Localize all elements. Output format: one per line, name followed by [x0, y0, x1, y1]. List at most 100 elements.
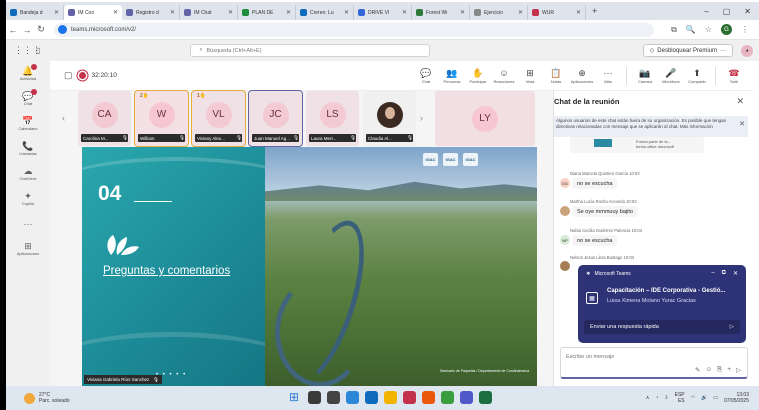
tab-close-icon[interactable]: ✕	[170, 9, 175, 16]
app-launcher-icon[interactable]: ⋮⋮⋮	[14, 45, 41, 56]
participant-tile[interactable]: LS Laura Mert... 🎙	[306, 91, 359, 146]
message-compose-box[interactable]: Escribe un mensaje ✎ ☺ ⎘ + ▷	[560, 347, 748, 379]
install-app-icon[interactable]: ⧉	[671, 25, 677, 35]
taskbar-app-icon[interactable]	[365, 391, 378, 404]
tab-close-icon[interactable]: ✕	[344, 9, 349, 16]
toolbar-aplicaciones-button[interactable]: ⊕ Aplicaciones	[571, 68, 593, 84]
battery-icon[interactable]: ▭	[713, 395, 718, 401]
new-tab-button[interactable]: +	[592, 6, 597, 16]
meeting-grid-icon[interactable]: ▢	[64, 70, 73, 81]
tab-close-icon[interactable]: ✕	[286, 9, 291, 16]
input-language-code[interactable]: ES	[675, 398, 685, 404]
prev-participants-icon[interactable]: ‹	[62, 113, 65, 123]
taskbar-app-icon[interactable]	[460, 391, 473, 404]
zoom-icon[interactable]: 🔍	[686, 25, 696, 34]
rail-item-aplicaciones[interactable]: ⊞ Aplicaciones	[6, 236, 50, 261]
rail-item-actividad[interactable]: 🔔 Actividad	[6, 61, 50, 86]
forward-icon[interactable]: →	[20, 25, 34, 35]
taskbar-app-icon[interactable]	[327, 391, 340, 404]
toolbar-compartir-button[interactable]: ⬆ Compartir	[686, 68, 708, 84]
browser-menu-icon[interactable]: ⋮	[741, 25, 749, 34]
reload-icon[interactable]: ↻	[34, 24, 48, 35]
site-info-icon[interactable]	[58, 25, 67, 34]
tab-close-icon[interactable]: ✕	[518, 9, 523, 16]
user-avatar[interactable]: ◕	[741, 44, 753, 57]
teams-search-input[interactable]: ⌕ Búsqueda (Ctrl+Alt+E)	[190, 44, 431, 57]
wifi-icon[interactable]: ◠	[691, 395, 695, 401]
profile-avatar[interactable]: G	[721, 24, 732, 35]
start-menu-icon[interactable]: ⊞	[289, 391, 302, 404]
clock[interactable]: 13:03 07/05/2025	[724, 392, 749, 404]
sidebar-toggle-icon[interactable]: ▯	[36, 46, 40, 55]
quick-reply-input[interactable]: Enviar una respuesta rápida ▷	[584, 320, 740, 334]
toolbar-notas-button[interactable]: 📋 Notas	[545, 68, 567, 84]
toolbar-micrófono-button[interactable]: 🎤 Micrófono	[660, 68, 682, 84]
browser-tab[interactable]: IM Coo ✕	[64, 5, 122, 20]
tab-close-icon[interactable]: ✕	[54, 9, 59, 16]
tab-close-icon[interactable]: ✕	[460, 9, 465, 16]
volume-icon[interactable]: 🔊	[701, 395, 707, 401]
browser-tab[interactable]: Forest Wi ✕	[412, 5, 470, 20]
minimize-icon[interactable]: –	[704, 7, 708, 16]
tab-close-icon[interactable]: ✕	[113, 9, 118, 16]
participant-tile-large[interactable]: LY	[435, 91, 535, 146]
browser-tab[interactable]: IM Chat ✕	[180, 5, 238, 20]
address-bar[interactable]: teams.microsoft.com/v2/	[54, 22, 654, 37]
browser-tab[interactable]: Ejercicio ✕	[470, 5, 528, 20]
next-participants-icon[interactable]: ›	[420, 113, 423, 123]
emoji-icon[interactable]: ☺	[705, 366, 712, 374]
toolbar-participar-button[interactable]: ✋ Participar	[467, 68, 489, 84]
rail-item-onedrive[interactable]: ☁ OneDrive	[6, 161, 50, 186]
format-icon[interactable]: ✎	[695, 366, 700, 374]
unblock-premium-button[interactable]: ◇ Desbloquear Premium ···	[642, 44, 733, 57]
participant-tile[interactable]: Claudia Al... 🎙	[363, 91, 416, 146]
toast-minimize-icon[interactable]: –	[711, 270, 714, 277]
taskbar-app-icon[interactable]	[384, 391, 397, 404]
browser-tab[interactable]: DRIVE VI ✕	[354, 5, 412, 20]
taskbar-app-icon[interactable]	[308, 391, 321, 404]
taskbar-app-icon[interactable]	[403, 391, 416, 404]
browser-tab[interactable]: Bandeja d ✕	[6, 5, 64, 20]
participant-tile[interactable]: JC Juan Manuel Ag... 🎙	[248, 90, 303, 147]
toolbar-vista-button[interactable]: ⊞ Vista	[519, 68, 541, 84]
forms-card[interactable]: Forma parte de la... forms.office.micros…	[570, 137, 704, 153]
browser-tab[interactable]: Correo: Lu ✕	[296, 5, 354, 20]
participant-tile[interactable]: W 2✋ William 🎙	[134, 90, 189, 147]
toolbar-reacciones-button[interactable]: ☺ Reacciones	[493, 68, 515, 84]
browser-tab[interactable]: PLAN DE ✕	[238, 5, 296, 20]
browser-tab[interactable]: WUR ✕	[528, 5, 586, 20]
toolbar-salir-button[interactable]: ☎ Salir	[723, 68, 745, 84]
add-icon[interactable]: +	[727, 366, 731, 374]
onedrive-icon[interactable]: ⇩	[664, 395, 668, 401]
browser-tab[interactable]: Registro d ✕	[122, 5, 180, 20]
taskbar-app-icon[interactable]	[422, 391, 435, 404]
toolbar-cámara-button[interactable]: 📷 Cámara	[634, 68, 656, 84]
back-icon[interactable]: ←	[6, 25, 20, 35]
toolbar-más-button[interactable]: ··· Más	[597, 68, 619, 84]
close-icon[interactable]: ✕	[736, 96, 744, 107]
taskbar-app-icon[interactable]	[441, 391, 454, 404]
toast-close-icon[interactable]: ✕	[733, 270, 738, 277]
taskbar-app-icon[interactable]	[479, 391, 492, 404]
attach-icon[interactable]: ⎘	[717, 366, 722, 374]
taskbar-app-icon[interactable]	[346, 391, 359, 404]
tab-close-icon[interactable]: ✕	[228, 9, 233, 16]
send-icon[interactable]: ▷	[730, 324, 734, 330]
show-hidden-icons-icon[interactable]: ∧	[646, 395, 650, 401]
rail-item-llamadas[interactable]: 📞 Llamadas	[6, 136, 50, 161]
participant-tile[interactable]: VL 1✋ Viviany Alex... 🎙	[191, 90, 246, 147]
window-close-icon[interactable]: ✕	[744, 7, 751, 16]
rail-item-chat[interactable]: 💬 Chat	[6, 86, 50, 111]
toolbar-chat-button[interactable]: 💬 Chat	[415, 68, 437, 84]
bookmark-star-icon[interactable]: ☆	[705, 25, 712, 34]
more-options-icon[interactable]: ···	[720, 48, 726, 54]
weather-widget[interactable]: 27°C Parc. soleado	[24, 392, 70, 404]
rail-item-copilot[interactable]: ✦ Copilot	[6, 186, 50, 211]
rail-item-calendario[interactable]: 📅 Calendario	[6, 111, 50, 136]
send-icon[interactable]: ▷	[736, 366, 741, 374]
network-icon[interactable]: ◔	[655, 395, 658, 401]
teams-notification-toast[interactable]: ❖ Microsoft Teams – ⧉ ✕ ▦ Capacitación –…	[578, 265, 746, 343]
toast-pin-icon[interactable]: ⧉	[722, 270, 726, 277]
toolbar-personas-button[interactable]: 👥 Personas	[441, 68, 463, 84]
tab-close-icon[interactable]: ✕	[576, 9, 581, 16]
